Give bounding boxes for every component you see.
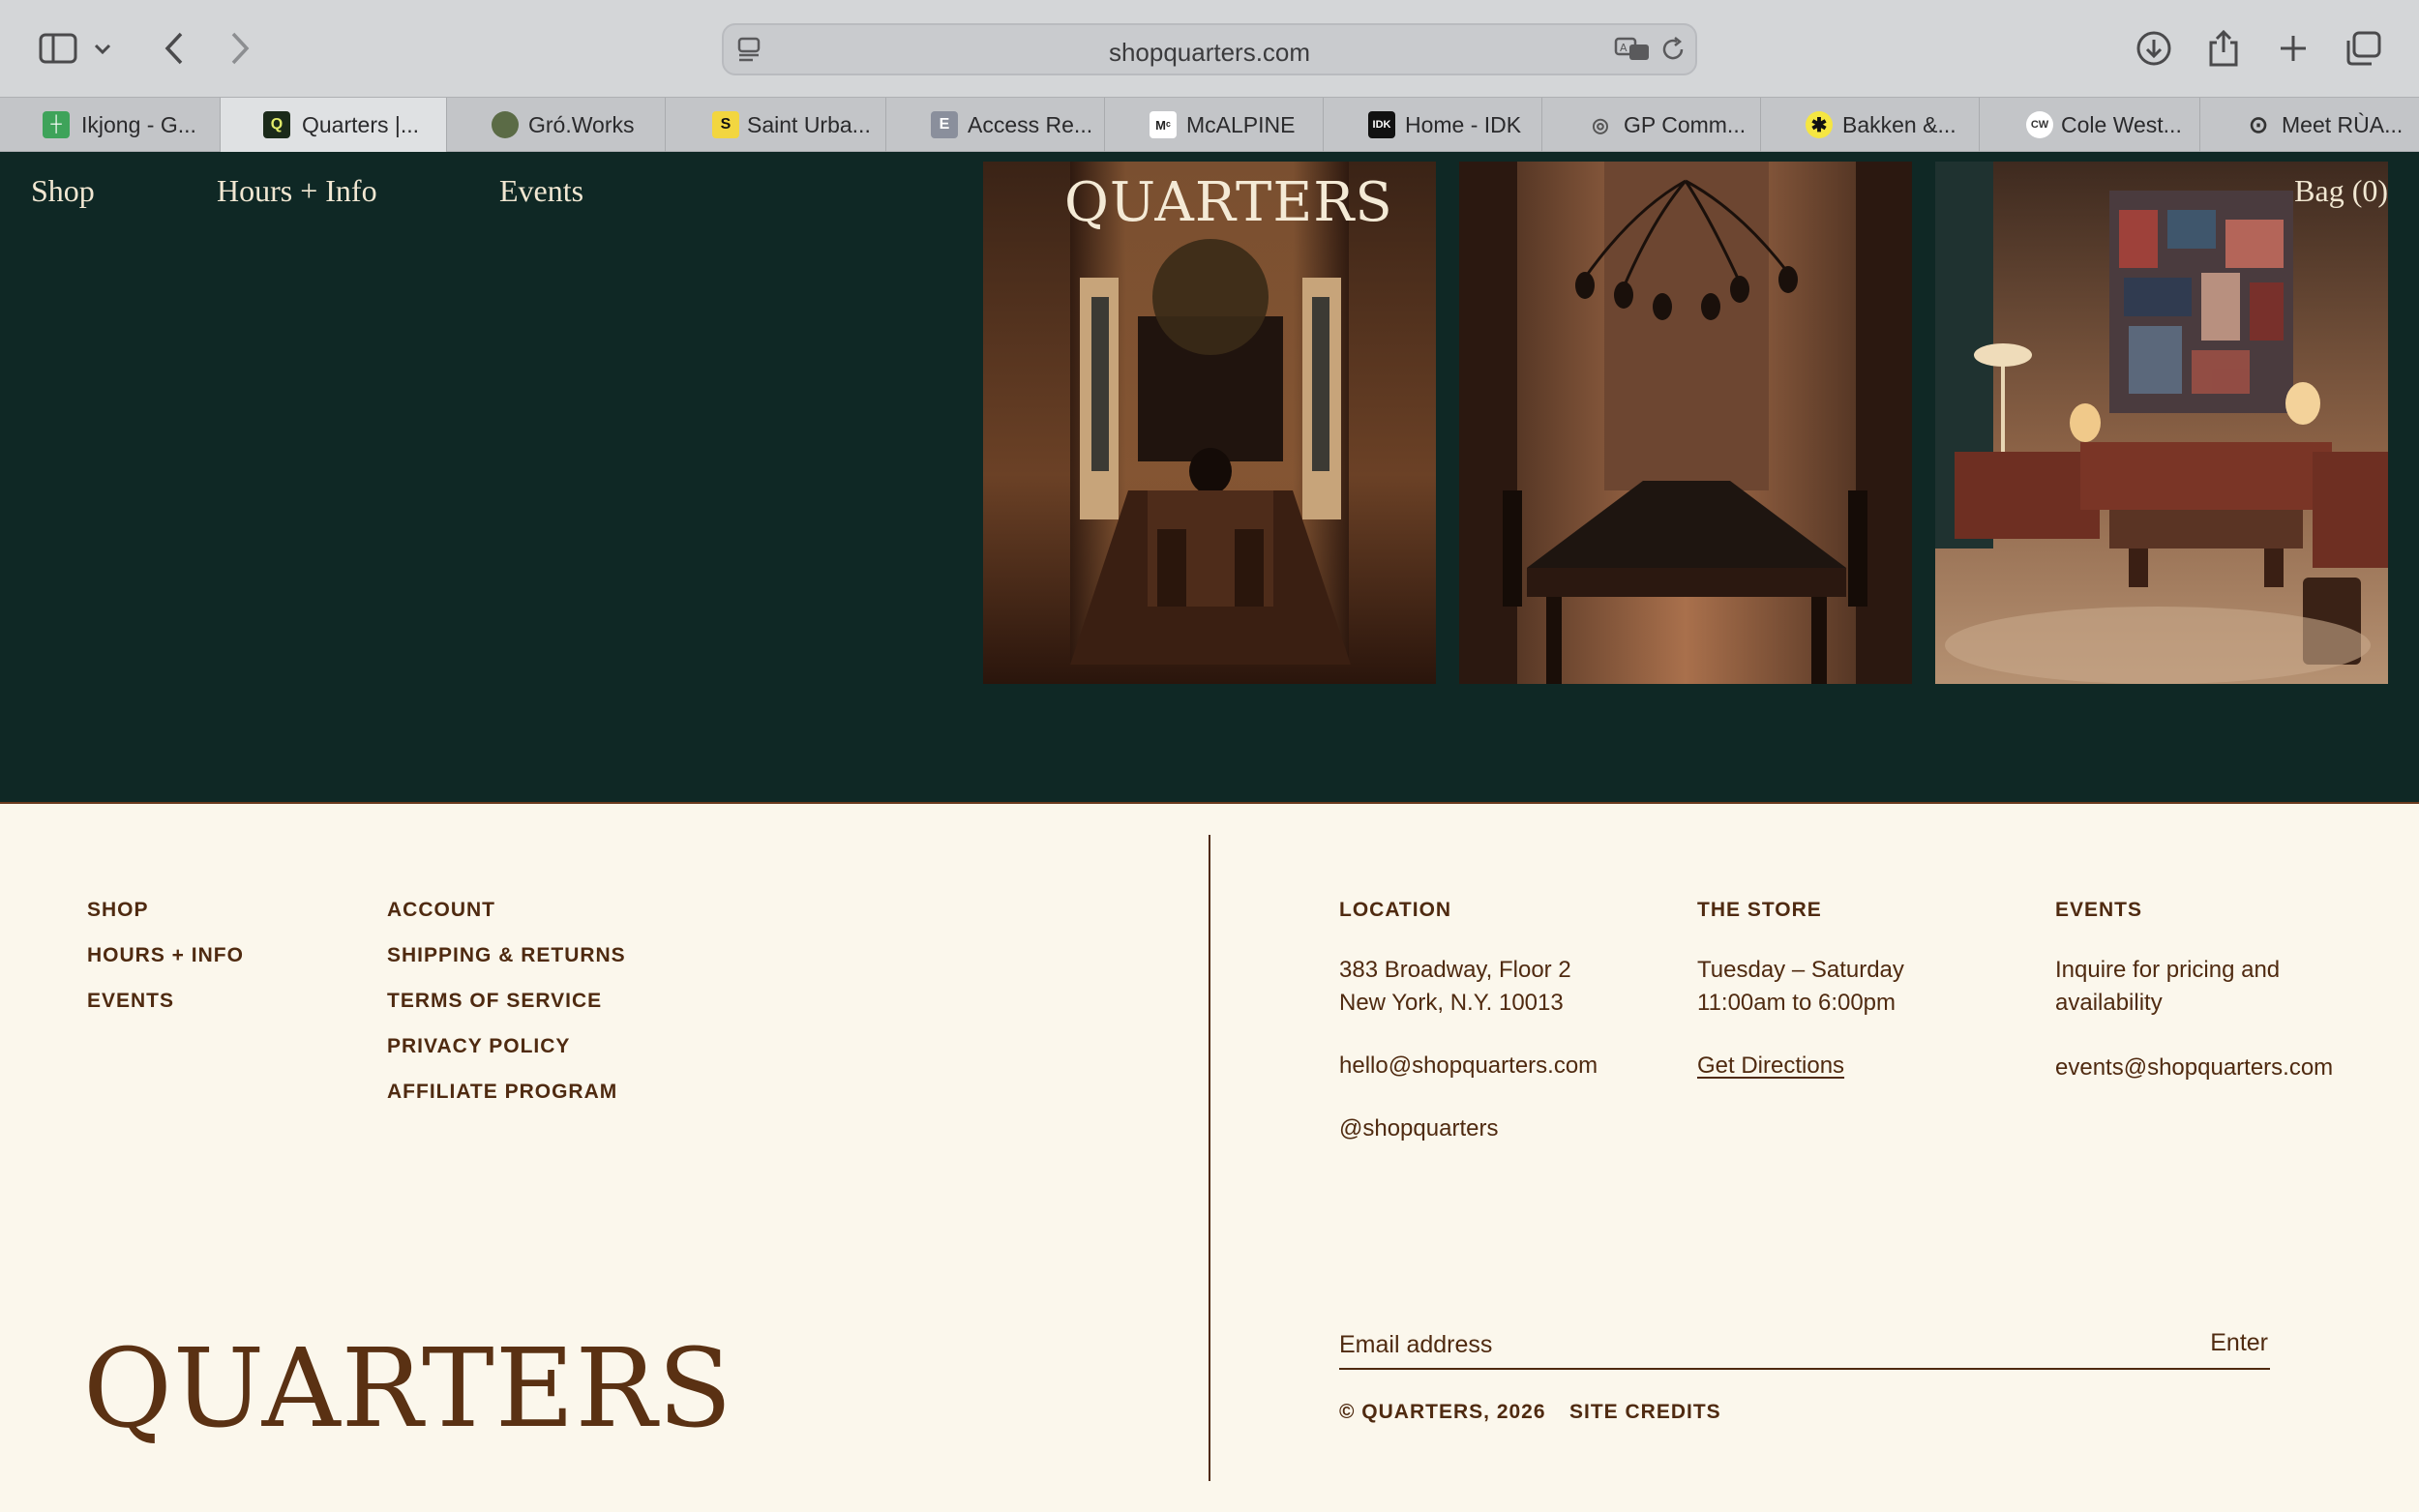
tab-gro-works[interactable]: Gró.Works (447, 98, 666, 152)
events-text-line-1: Inquire for pricing and (2055, 957, 2281, 983)
site-logo[interactable]: QUARTERS (1064, 171, 1392, 234)
gp-favicon-icon: ◎ (1592, 114, 1609, 136)
email-input[interactable] (1339, 1327, 2113, 1362)
footer-logo: QUARTERS (83, 1326, 733, 1452)
forward-icon[interactable] (213, 21, 267, 75)
site-credits-link[interactable]: SITE CREDITS (1569, 1401, 1721, 1424)
newsletter-form: Enter (1339, 1321, 2270, 1370)
tab-meet-rua[interactable]: ⊙ Meet RÙA... (2200, 98, 2419, 152)
copyright-text: © QUARTERS, 2026 (1339, 1401, 1546, 1423)
tab-bakken[interactable]: ✱ Bakken &... (1761, 98, 1980, 152)
tab-access[interactable]: E Access Re... (886, 98, 1105, 152)
hero-image-dining-window (983, 162, 1436, 684)
location-heading: LOCATION (1339, 899, 1452, 921)
footer-link-privacy[interactable]: PRIVACY POLICY (387, 1035, 570, 1058)
saint-urban-favicon-icon: S (712, 111, 739, 138)
tab-quarters[interactable]: Q Quarters |... (221, 98, 447, 152)
reload-icon[interactable] (1658, 35, 1687, 69)
rua-favicon-icon: ⊙ (2248, 111, 2269, 138)
nav-events[interactable]: Events (499, 173, 583, 209)
instagram-link[interactable]: @shopquarters (1339, 1112, 1498, 1145)
hero-image-living-room (1935, 162, 2388, 684)
chevron-down-icon[interactable] (83, 21, 122, 75)
tab-overview-icon[interactable] (2336, 21, 2390, 75)
contact-email-link[interactable]: hello@shopquarters.com (1339, 1050, 1598, 1082)
footer-divider (1209, 835, 1210, 1481)
footer-link-affiliate[interactable]: AFFILIATE PROGRAM (387, 1081, 617, 1104)
site-footer: SHOP HOURS + INFO EVENTS ACCOUNT SHIPPIN… (0, 804, 2419, 1512)
get-directions-link[interactable]: Get Directions (1697, 1050, 1844, 1082)
tab-idk[interactable]: IDK Home - IDK (1324, 98, 1542, 152)
downloads-icon[interactable] (2127, 21, 2181, 75)
site-header: Shop Hours + Info Events QUARTERS Bag (0… (0, 152, 2419, 804)
tab-gp-comm[interactable]: ◎ GP Comm... (1542, 98, 1761, 152)
gro-works-favicon-icon (492, 111, 519, 138)
cole-west-favicon-icon: CW (2026, 111, 2053, 138)
tab-saint-urban[interactable]: S Saint Urba... (666, 98, 886, 152)
hero-image-long-table (1459, 162, 1912, 684)
svg-text:A: A (1620, 42, 1628, 54)
nav-shop[interactable]: Shop (31, 173, 95, 209)
translate-icon[interactable]: A (1614, 35, 1653, 69)
bakken-favicon-icon: ✱ (1806, 111, 1833, 138)
footer-link-events[interactable]: EVENTS (87, 990, 174, 1013)
address-line-1: 383 Broadway, Floor 2 (1339, 957, 1571, 983)
nav-hours-info[interactable]: Hours + Info (217, 173, 377, 209)
footer-link-account[interactable]: ACCOUNT (387, 899, 495, 922)
store-hours: 11:00am to 6:00pm (1697, 990, 1896, 1016)
footer-link-terms[interactable]: TERMS OF SERVICE (387, 990, 602, 1013)
footer-link-shop[interactable]: SHOP (87, 899, 149, 922)
bag-link[interactable]: Bag (0) (2294, 173, 2388, 209)
new-tab-icon[interactable] (2266, 21, 2320, 75)
enter-button[interactable]: Enter (2210, 1329, 2268, 1357)
sidebar-toggle-icon[interactable] (31, 21, 85, 75)
events-email-link[interactable]: events@shopquarters.com (2055, 1052, 2333, 1084)
tab-ikjong[interactable]: ┼ Ikjong - G... (0, 98, 221, 152)
back-icon[interactable] (147, 21, 201, 75)
tab-cole-west[interactable]: CW Cole West... (1980, 98, 2200, 152)
events-text-line-2: availability (2055, 990, 2163, 1016)
footer-link-hours-info[interactable]: HOURS + INFO (87, 944, 244, 967)
address-bar[interactable]: shopquarters.com A (722, 23, 1697, 75)
events-heading: EVENTS (2055, 899, 2143, 921)
share-icon[interactable] (2196, 21, 2251, 75)
access-favicon-icon: E (931, 111, 958, 138)
quarters-favicon-icon: Q (263, 111, 290, 138)
url-text: shopquarters.com (1108, 38, 1311, 67)
browser-toolbar: shopquarters.com A (0, 0, 2419, 97)
store-heading: THE STORE (1697, 899, 1822, 921)
footer-link-shipping-returns[interactable]: SHIPPING & RETURNS (387, 944, 626, 967)
sheets-icon: ┼ (43, 111, 70, 138)
tab-mcalpine[interactable]: Mᶜ McALPINE (1105, 98, 1324, 152)
address-line-2: New York, N.Y. 10013 (1339, 990, 1564, 1016)
mcalpine-favicon-icon: Mᶜ (1150, 111, 1177, 138)
tab-strip: ┼ Ikjong - G... Q Quarters |... Gró.Work… (0, 97, 2419, 152)
store-days: Tuesday – Saturday (1697, 957, 1904, 983)
idk-favicon-icon: IDK (1368, 111, 1395, 138)
